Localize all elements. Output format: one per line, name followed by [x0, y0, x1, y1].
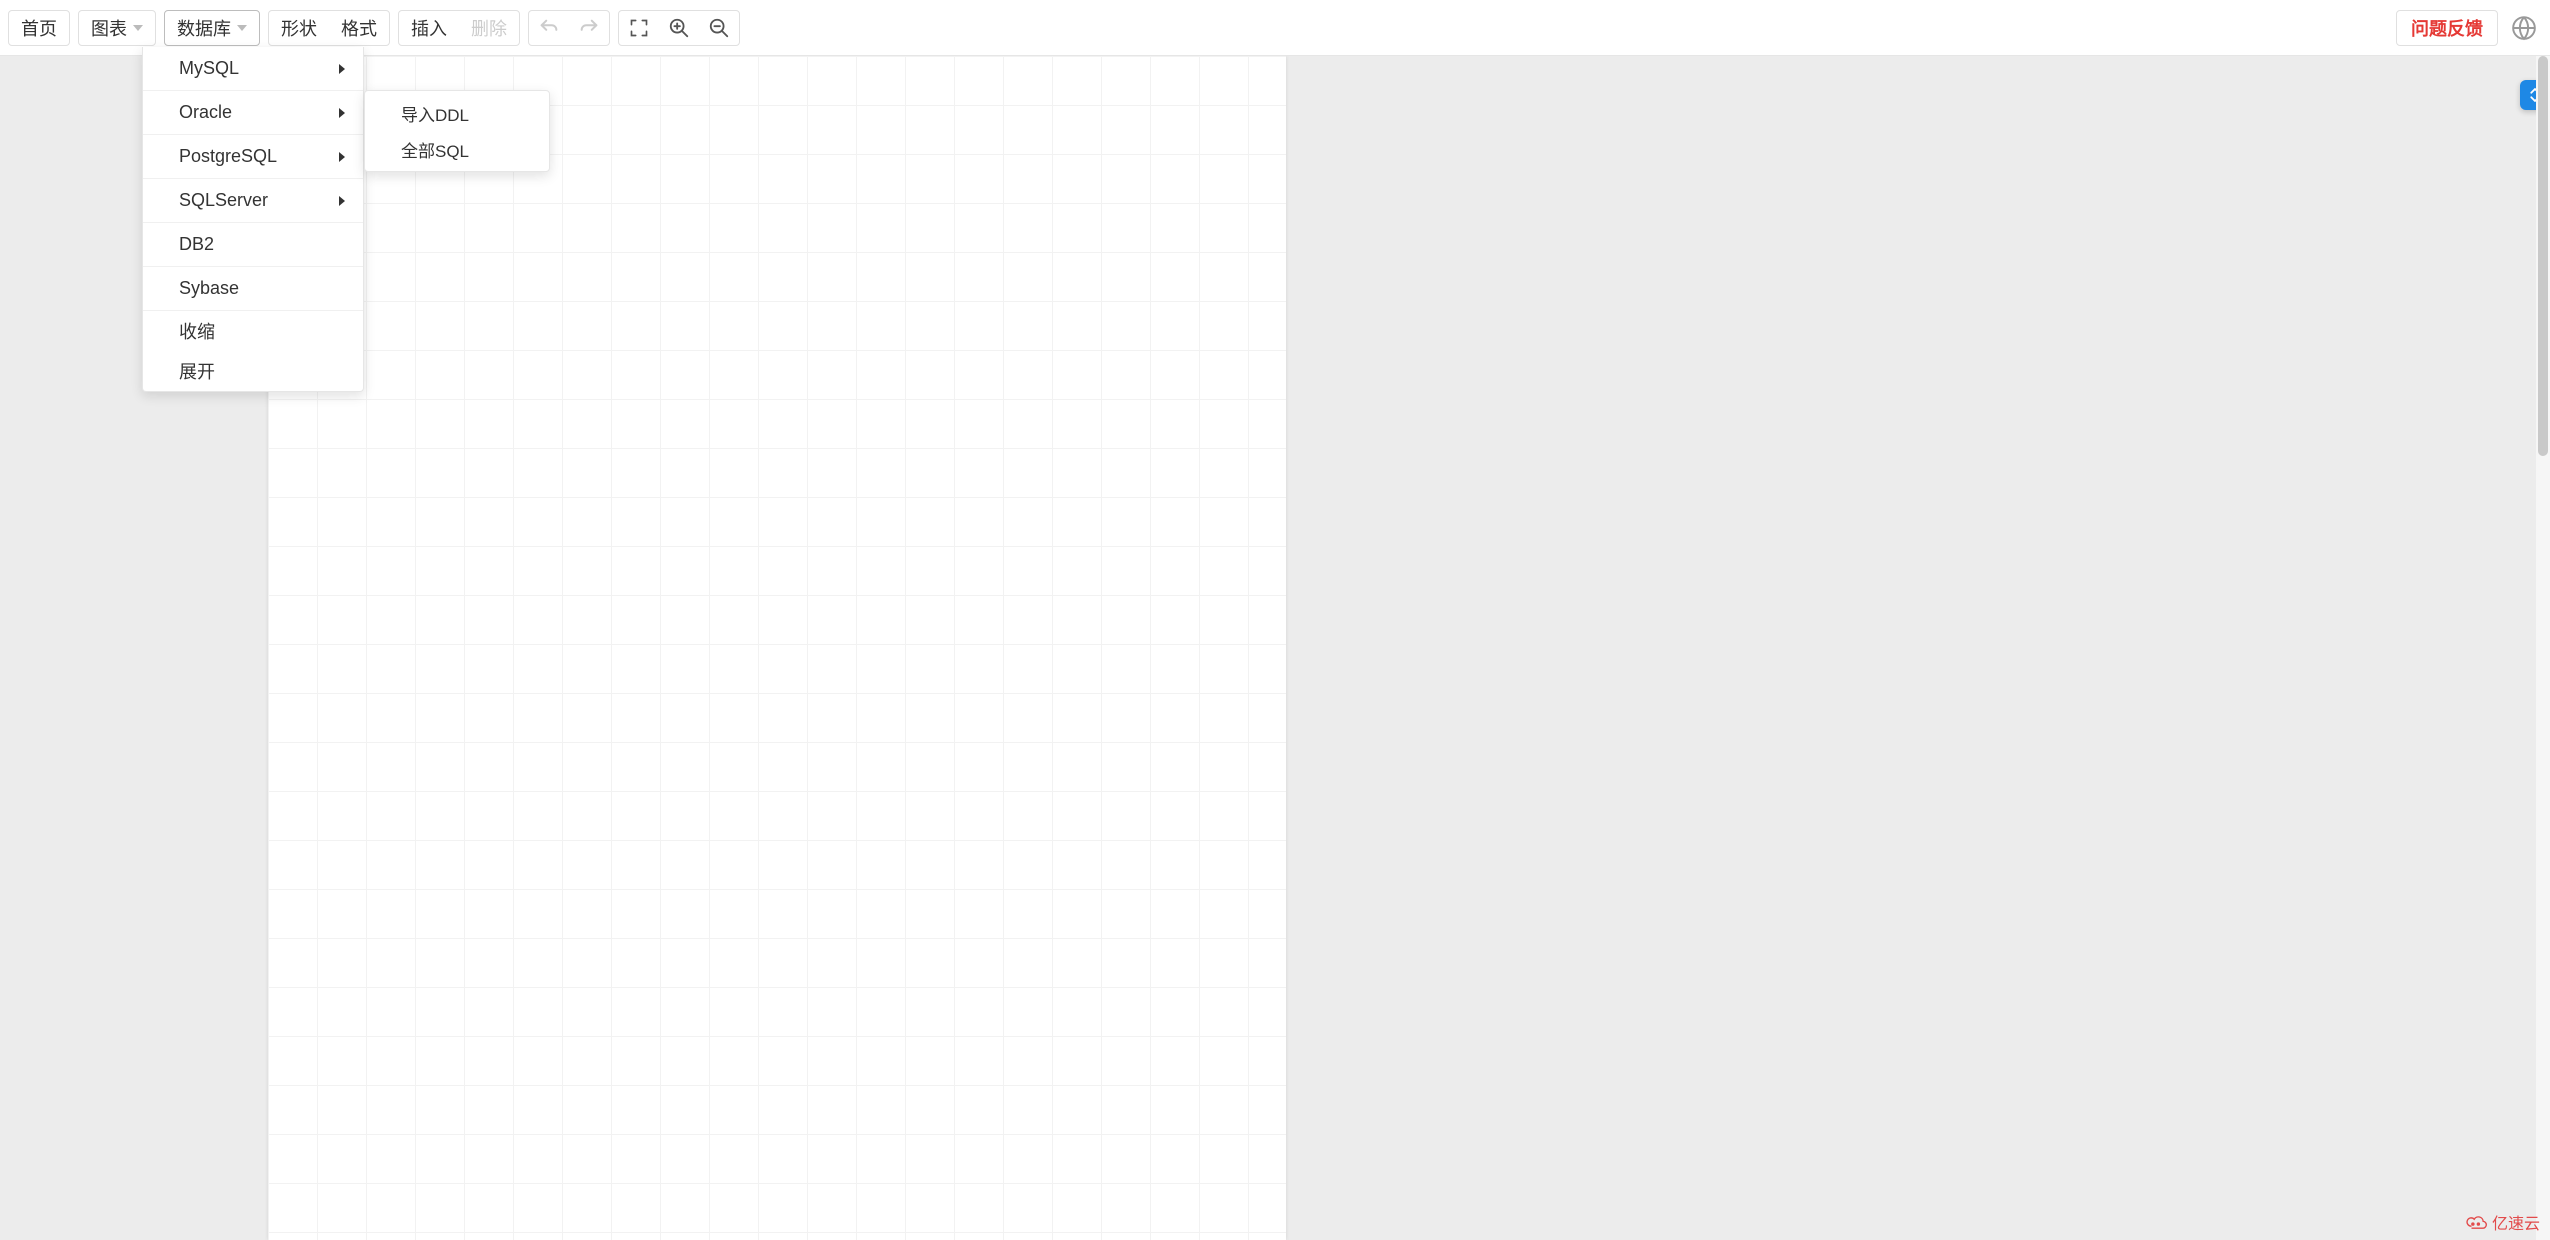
chart-label: 图表 [91, 15, 127, 41]
shape-format-group: 形状 格式 [268, 10, 390, 46]
format-button[interactable]: 格式 [329, 11, 389, 45]
menu-postgresql-label: PostgreSQL [179, 146, 277, 167]
scrollbar-thumb[interactable] [2538, 56, 2548, 456]
home-label: 首页 [21, 15, 57, 41]
submenu-all-sql-label: 全部SQL [401, 137, 469, 162]
vertical-scrollbar[interactable] [2536, 56, 2550, 1240]
chevron-down-icon [133, 25, 143, 31]
menu-db2-label: DB2 [179, 234, 214, 255]
menu-expand-label: 展开 [179, 358, 215, 384]
redo-icon [578, 17, 600, 39]
menu-oracle[interactable]: Oracle [143, 91, 363, 135]
redo-button [569, 11, 609, 45]
arrow-right-icon [339, 108, 345, 118]
menu-postgresql[interactable]: PostgreSQL [143, 135, 363, 179]
submenu-import-ddl-label: 导入DDL [401, 101, 469, 126]
undo-button [529, 11, 569, 45]
chevron-down-icon [237, 25, 247, 31]
submenu-all-sql[interactable]: 全部SQL [365, 131, 549, 167]
insert-button[interactable]: 插入 [399, 11, 459, 45]
zoom-in-icon [668, 17, 690, 39]
canvas-area[interactable] [0, 56, 2550, 1240]
zoom-out-button[interactable] [699, 11, 739, 45]
arrow-right-icon [339, 64, 345, 74]
menu-sqlserver[interactable]: SQLServer [143, 179, 363, 223]
arrow-right-icon [339, 196, 345, 206]
view-group [618, 10, 740, 46]
page-canvas[interactable] [268, 56, 1286, 1240]
zoom-in-button[interactable] [659, 11, 699, 45]
database-button[interactable]: 数据库 [164, 10, 260, 46]
insert-delete-group: 插入 删除 [398, 10, 520, 46]
fullscreen-button[interactable] [619, 11, 659, 45]
menu-oracle-label: Oracle [179, 102, 232, 123]
home-button[interactable]: 首页 [8, 10, 70, 46]
menu-sybase[interactable]: Sybase [143, 267, 363, 311]
menu-mysql[interactable]: MySQL [143, 47, 363, 91]
toolbar: 首页 图表 数据库 形状 格式 插入 删除 [0, 0, 2550, 56]
zoom-out-icon [708, 17, 730, 39]
menu-collapse[interactable]: 收缩 [143, 311, 363, 351]
brand-icon [2466, 1214, 2488, 1230]
globe-icon [2511, 15, 2537, 41]
menu-sqlserver-label: SQLServer [179, 190, 268, 211]
brand-text: 亿速云 [2492, 1210, 2540, 1234]
menu-expand[interactable]: 展开 [143, 351, 363, 391]
database-dropdown: MySQL Oracle PostgreSQL SQLServer DB2 Sy… [142, 47, 364, 392]
delete-label: 删除 [471, 15, 507, 41]
fullscreen-icon [629, 18, 649, 38]
menu-db2[interactable]: DB2 [143, 223, 363, 267]
menu-collapse-label: 收缩 [179, 318, 215, 344]
menu-sybase-label: Sybase [179, 278, 239, 299]
chart-button[interactable]: 图表 [78, 10, 156, 46]
submenu-import-ddl[interactable]: 导入DDL [365, 95, 549, 131]
undo-redo-group [528, 10, 610, 46]
undo-icon [538, 17, 560, 39]
delete-button: 删除 [459, 11, 519, 45]
shape-label: 形状 [281, 15, 317, 41]
format-label: 格式 [341, 15, 377, 41]
feedback-label: 问题反馈 [2411, 15, 2483, 41]
arrow-right-icon [339, 152, 345, 162]
footer-brand[interactable]: 亿速云 [2466, 1210, 2540, 1234]
feedback-button[interactable]: 问题反馈 [2396, 10, 2498, 46]
insert-label: 插入 [411, 15, 447, 41]
menu-mysql-label: MySQL [179, 58, 239, 79]
shape-button[interactable]: 形状 [269, 11, 329, 45]
oracle-submenu: 导入DDL 全部SQL [364, 90, 550, 172]
language-button[interactable] [2506, 10, 2542, 46]
database-label: 数据库 [177, 15, 231, 41]
